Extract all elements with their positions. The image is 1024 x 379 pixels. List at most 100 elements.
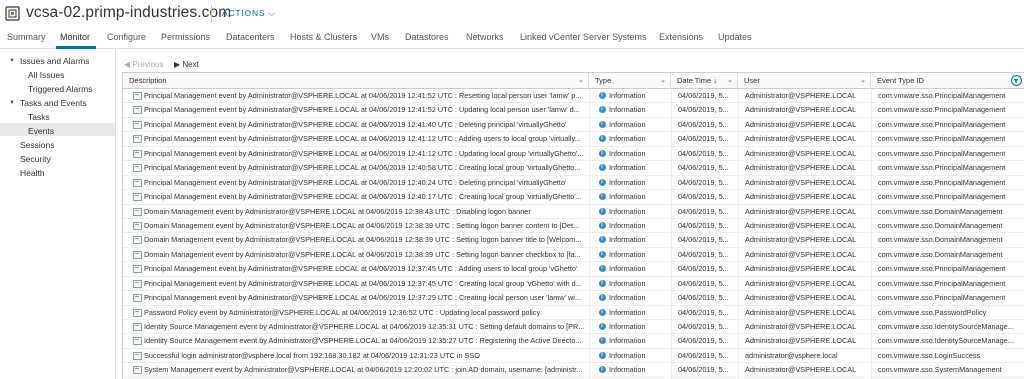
actions-menu-button[interactable]: ACTIONS ⌵ [222,8,276,19]
table-row[interactable]: Identity Source Management event by Admi… [123,320,1024,335]
user-cell: Administrator@VSPHERE.LOCAL [745,163,857,173]
tab-vms[interactable]: VMs [371,32,389,42]
type-label: Information [609,91,646,100]
type-label: Information [609,134,646,144]
sidebar-item-tasks-and-events[interactable]: Tasks and Events [20,98,87,108]
table-row[interactable]: Domain Management event by Administrator… [123,205,1024,219]
sidebar-item-health[interactable]: Health [20,168,45,178]
sidebar-item-all-issues[interactable]: All Issues [28,70,64,80]
type-cell: Information [594,363,670,377]
datetime-cell: 04/06/2019, 5... [678,220,729,230]
column-header-type[interactable]: Type ⌄ [589,73,671,89]
event-type-cell: com.vmware.sso.PrincipalManagement [878,278,1006,288]
event-type-cell: com.vmware.sso.PrincipalManagement [878,119,1006,129]
table-row[interactable]: Principal Management event by Administra… [123,103,1024,118]
tab-summary[interactable]: Summary [7,32,46,42]
table-row[interactable]: Principal Management event by Administra… [123,190,1024,205]
table-row[interactable]: Domain Management event by Administrator… [123,219,1024,234]
sidebar-item-security[interactable]: Security [20,154,51,164]
type-label: Information [609,148,646,158]
table-row[interactable]: Password Policy event by Administrator@V… [123,306,1024,320]
description-cell: Domain Management event by Administrator… [144,220,580,230]
chevron-down-icon[interactable]: ⌄ [860,73,866,89]
info-icon [599,291,606,304]
active-tab-indicator [56,46,96,49]
tab-networks[interactable]: Networks [466,32,504,42]
description-cell: Principal Management event by Administra… [144,264,578,274]
table-body: Principal Management event by Administra… [123,89,1024,378]
column-header-datetime[interactable]: Date Time ↓ ⌄ [671,73,738,89]
type-cell: Information [594,219,670,233]
datetime-cell: 04/06/2019, 5... [678,278,729,288]
filter-icon[interactable] [1011,75,1022,86]
user-cell: Administrator@VSPHERE.LOCAL [745,91,857,100]
tab-bar: Summary Monitor Configure Permissions Da… [0,28,1024,49]
datetime-cell: 04/06/2019, 5... [678,365,729,375]
event-type-cell: com.vmware.sso.DomainManagement [878,235,1003,245]
info-icon [599,219,606,232]
chevron-down-icon[interactable]: ⌄ [727,73,733,89]
table-row[interactable]: Successful login administrator@vsphere.l… [123,349,1024,364]
sidebar-item-issues-and-alarms[interactable]: Issues and Alarms [20,56,89,66]
tab-configure[interactable]: Configure [107,32,146,42]
table-row[interactable]: Principal Management event by Administra… [123,262,1024,277]
type-cell: Information [594,190,670,204]
info-icon [599,103,606,116]
caret-down-icon[interactable]: ▼ [9,58,15,64]
event-type-cell: com.vmware.sso.IdentitySourceManage... [878,336,1014,346]
description-cell: Domain Management event by Administrator… [144,249,581,259]
chevron-down-icon[interactable]: ⌄ [578,73,584,89]
column-header-description[interactable]: Description ⌄ [123,73,589,89]
type-label: Information [609,105,646,115]
user-cell: Administrator@VSPHERE.LOCAL [745,365,857,375]
type-label: Information [609,365,646,375]
tab-datastores[interactable]: Datastores [405,32,449,42]
datetime-cell: 04/06/2019, 5... [678,192,729,202]
type-label: Information [609,235,646,245]
event-type-cell: com.vmware.sso.PrincipalManagement [878,163,1006,173]
table-row[interactable]: Principal Management event by Administra… [123,147,1024,162]
table-row[interactable]: Principal Management event by Administra… [123,118,1024,133]
tab-updates[interactable]: Updates [718,32,752,42]
table-row[interactable]: Principal Management event by Administra… [123,132,1024,147]
type-cell: Information [594,161,670,175]
event-type-cell: com.vmware.sso.DomainManagement [878,206,1003,216]
caret-down-icon[interactable]: ▼ [9,100,15,106]
sidebar-item-sessions[interactable]: Sessions [20,140,55,150]
tab-linked-vcenter[interactable]: Linked vCenter Server Systems [520,32,647,42]
type-cell: Information [594,132,670,146]
table-row[interactable]: Principal Management event by Administra… [123,161,1024,176]
user-cell: Administrator@VSPHERE.LOCAL [745,192,857,202]
table-row[interactable]: Domain Management event by Administrator… [123,233,1024,248]
column-header-event-type-id[interactable]: Event Type ID [871,73,1024,89]
sidebar-item-triggered-alarms[interactable]: Triggered Alarms [28,84,92,94]
table-row[interactable]: Principal Management event by Administra… [123,176,1024,191]
datetime-cell: 04/06/2019, 5... [678,105,729,115]
sidebar-item-events[interactable]: Events [28,126,54,136]
tab-monitor[interactable]: Monitor [60,32,90,42]
type-label: Information [609,307,646,317]
tab-datacenters[interactable]: Datacenters [226,32,275,42]
info-icon [599,248,606,261]
tab-permissions[interactable]: Permissions [161,32,210,42]
table-row[interactable]: System Management event by Administrator… [123,363,1024,378]
table-row[interactable]: Principal Management event by Administra… [123,277,1024,292]
vcenter-server-icon [5,6,20,21]
column-header-label: User [744,76,760,85]
sidebar-item-tasks[interactable]: Tasks [28,112,50,122]
type-label: Information [609,206,646,216]
table-row[interactable]: Principal Management event by Administra… [123,89,1024,104]
table-row[interactable]: Identity Source Management event by Admi… [123,334,1024,349]
tab-hosts-clusters[interactable]: Hosts & Clusters [290,32,357,42]
table-row[interactable]: Principal Management event by Administra… [123,291,1024,306]
column-header-user[interactable]: User ⌄ [738,73,871,89]
user-cell: Administrator@VSPHERE.LOCAL [745,119,857,129]
previous-button[interactable]: ◀ Previous [124,60,164,69]
next-button[interactable]: ▶ Next [174,60,199,69]
chevron-down-icon[interactable]: ⌄ [660,73,666,89]
info-icon [599,277,606,290]
tab-extensions[interactable]: Extensions [659,32,703,42]
user-cell: Administrator@VSPHERE.LOCAL [745,293,857,303]
datetime-cell: 04/06/2019, 5... [678,91,729,100]
table-row[interactable]: Domain Management event by Administrator… [123,248,1024,263]
